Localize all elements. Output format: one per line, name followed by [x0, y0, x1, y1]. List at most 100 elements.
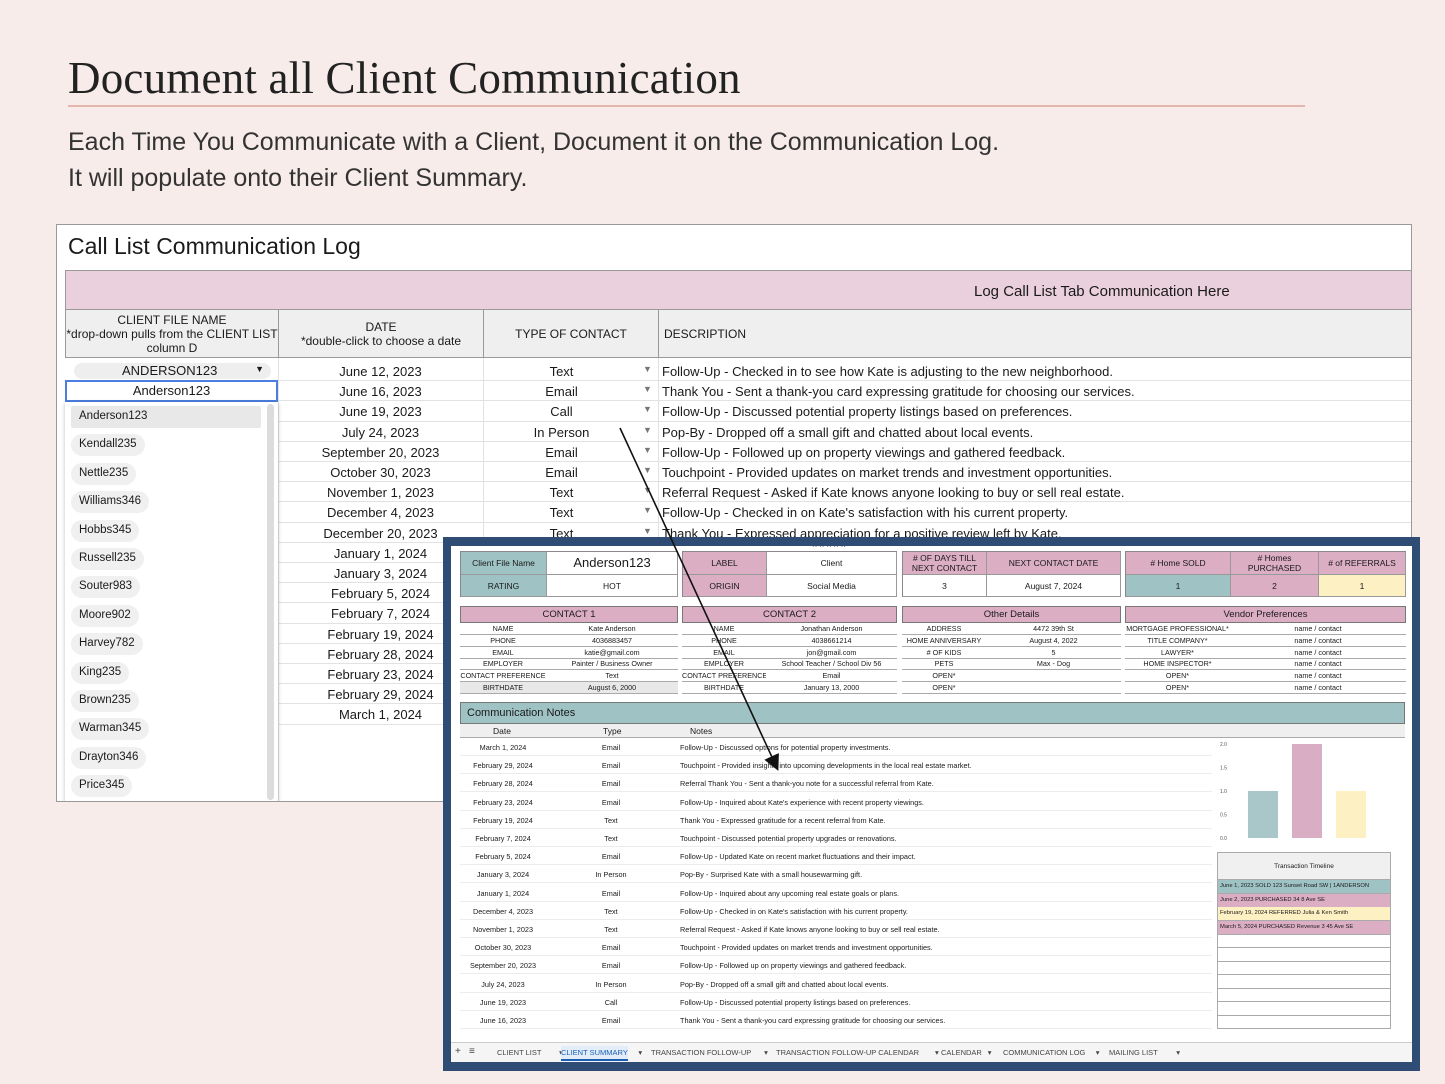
detail-value[interactable]: jon@gmail.com: [766, 648, 897, 657]
dropdown-option[interactable]: Moore902: [71, 604, 139, 627]
chevron-down-icon[interactable]: ▾: [638, 1048, 642, 1057]
detail-value[interactable]: Painter / Business Owner: [546, 659, 678, 668]
dropdown-option[interactable]: Kendall235: [71, 434, 145, 457]
add-sheet-icon[interactable]: +: [455, 1046, 461, 1057]
client-file-value[interactable]: Anderson123: [547, 552, 678, 575]
grid-line: [277, 400, 1411, 402]
detail-value[interactable]: Max - Dog: [986, 659, 1121, 668]
sheet-tab[interactable]: TRANSACTION FOLLOW-UP CALENDAR: [776, 1048, 919, 1057]
type-dropdown-icon[interactable]: ▼: [643, 404, 652, 414]
chevron-down-icon[interactable]: ▾: [1176, 1048, 1180, 1057]
sheet-menu-icon[interactable]: ≡: [469, 1046, 475, 1057]
sheet-tab[interactable]: TRANSACTION FOLLOW-UP: [651, 1048, 751, 1057]
detail-value[interactable]: name / contact: [1230, 671, 1406, 680]
sheet-tab[interactable]: CLIENT LIST: [497, 1048, 541, 1057]
dropdown-option[interactable]: Warman345: [71, 718, 150, 741]
sheet-tab[interactable]: COMMUNICATION LOG: [1003, 1048, 1085, 1057]
note-row: February 5, 2024 Email Follow-Up - Updated…: [460, 847, 1212, 866]
type-dropdown-icon[interactable]: ▼: [643, 465, 652, 475]
log-description-cell[interactable]: Thank You - Sent a thank-you card expres…: [662, 384, 1135, 399]
detail-value[interactable]: August 6, 2000: [546, 683, 678, 692]
type-dropdown-icon[interactable]: ▼: [643, 445, 652, 455]
log-date-cell[interactable]: June 12, 2023: [278, 364, 483, 379]
log-type-cell[interactable]: Email: [483, 445, 640, 460]
dropdown-option[interactable]: Russell235: [71, 548, 144, 570]
detail-value[interactable]: name / contact: [1230, 648, 1406, 657]
dropdown-option[interactable]: Nettle235: [71, 462, 137, 485]
dropdown-option[interactable]: Souter983: [71, 576, 141, 599]
type-dropdown-icon[interactable]: ▼: [643, 526, 652, 536]
dropdown-option[interactable]: Williams346: [71, 491, 149, 514]
log-description-cell[interactable]: Pop-By - Dropped off a small gift and ch…: [662, 425, 1033, 440]
log-date-cell[interactable]: November 1, 2023: [278, 485, 483, 500]
type-dropdown-icon[interactable]: ▼: [643, 425, 652, 435]
note-type: Email: [601, 797, 621, 807]
timeline-row: [1217, 947, 1391, 962]
detail-value[interactable]: 5: [986, 648, 1121, 657]
log-date-cell[interactable]: June 16, 2023: [278, 384, 483, 399]
log-type-cell[interactable]: Text: [483, 505, 640, 520]
note-row: June 19, 2023 Call Follow-Up - Discussed p…: [460, 993, 1212, 1011]
log-date-cell[interactable]: June 19, 2023: [278, 404, 483, 419]
log-date-cell[interactable]: July 24, 2023: [278, 425, 483, 440]
detail-value[interactable]: School Teacher / School Div 56: [766, 659, 897, 668]
log-date-cell[interactable]: October 30, 2023: [278, 465, 483, 480]
note-row: February 29, 2024 Email Touchpoint - Provi…: [460, 756, 1212, 775]
client-dropdown-list: Anderson123 Kendall235 Nettle235 Williams34…: [65, 402, 278, 801]
type-dropdown-icon[interactable]: ▼: [643, 485, 652, 495]
log-description-cell[interactable]: Follow-Up - Checked in on Kate's satisfa…: [662, 505, 1068, 520]
detail-key: OPEN*: [932, 671, 956, 681]
log-date-cell[interactable]: September 20, 2023: [278, 445, 483, 460]
detail-value[interactable]: Email: [766, 671, 897, 680]
dropdown-option[interactable]: Anderson123: [71, 406, 261, 428]
chevron-down-icon[interactable]: ▾: [988, 1048, 992, 1057]
note-date: July 24, 2023: [481, 979, 525, 989]
log-description-cell[interactable]: Follow-Up - Checked in to see how Kate i…: [662, 364, 1113, 379]
log-description-cell[interactable]: Referral Request - Asked if Kate knows a…: [662, 485, 1124, 500]
type-dropdown-icon[interactable]: ▼: [643, 505, 652, 515]
detail-value[interactable]: January 13, 2000: [766, 683, 897, 692]
dropdown-option[interactable]: Price345: [71, 775, 133, 798]
dropdown-option[interactable]: Harvey782: [71, 633, 143, 656]
detail-value[interactable]: name / contact: [1230, 624, 1406, 633]
sheet-tab[interactable]: CLIENT SUMMARY: [561, 1046, 628, 1061]
dropdown-option[interactable]: Brown235: [71, 690, 139, 712]
detail-value[interactable]: August 4, 2022: [986, 636, 1121, 645]
detail-value[interactable]: katie@gmail.com: [546, 648, 678, 657]
log-description-cell[interactable]: Follow-Up - Discussed potential property…: [662, 404, 1072, 419]
dropdown-option[interactable]: Drayton346: [71, 746, 147, 769]
dropdown-option[interactable]: Hobbs345: [71, 519, 140, 542]
log-type-cell[interactable]: Text: [483, 364, 640, 379]
client-edit-cell[interactable]: Anderson123: [65, 380, 278, 402]
sheet-tab[interactable]: MAILING LIST: [1109, 1048, 1158, 1057]
log-type-cell[interactable]: In Person: [483, 425, 640, 440]
chevron-down-icon[interactable]: ▾: [1096, 1048, 1100, 1057]
log-type-cell[interactable]: Email: [483, 465, 640, 480]
dropdown-scrollbar[interactable]: [267, 404, 274, 800]
sheet-tab[interactable]: CALENDAR: [941, 1048, 982, 1057]
log-type-cell[interactable]: Text: [483, 485, 640, 500]
log-date-cell[interactable]: December 4, 2023: [278, 505, 483, 520]
type-dropdown-icon[interactable]: ▼: [643, 384, 652, 394]
chevron-down-icon[interactable]: ▾: [935, 1048, 939, 1057]
log-description-cell[interactable]: Touchpoint - Provided updates on market …: [662, 465, 1112, 480]
type-dropdown-icon[interactable]: ▼: [643, 364, 652, 374]
detail-key: TITLE COMPANY*: [1147, 635, 1208, 645]
chevron-down-icon[interactable]: ▾: [764, 1048, 768, 1057]
detail-value[interactable]: 4472 39th St: [986, 624, 1121, 633]
detail-value[interactable]: Kate Anderson: [546, 624, 678, 633]
log-description-cell[interactable]: Follow-Up - Followed up on property view…: [662, 445, 1065, 460]
detail-value[interactable]: name / contact: [1230, 683, 1406, 692]
detail-value[interactable]: Jonathan Anderson: [766, 624, 897, 633]
log-type-cell[interactable]: Call: [483, 404, 640, 419]
detail-value[interactable]: 4038661214: [766, 636, 897, 645]
dropdown-option[interactable]: King235: [71, 661, 130, 684]
client-dropdown-chip[interactable]: ANDERSON123 ▼: [74, 363, 271, 379]
detail-value[interactable]: name / contact: [1230, 659, 1406, 668]
log-type-cell[interactable]: Email: [483, 384, 640, 399]
detail-value[interactable]: Text: [546, 671, 678, 680]
chevron-down-icon[interactable]: ▼: [255, 364, 264, 374]
detail-value[interactable]: 4036883457: [546, 636, 678, 645]
note-type: Email: [601, 1016, 621, 1025]
detail-value[interactable]: name / contact: [1230, 636, 1406, 645]
